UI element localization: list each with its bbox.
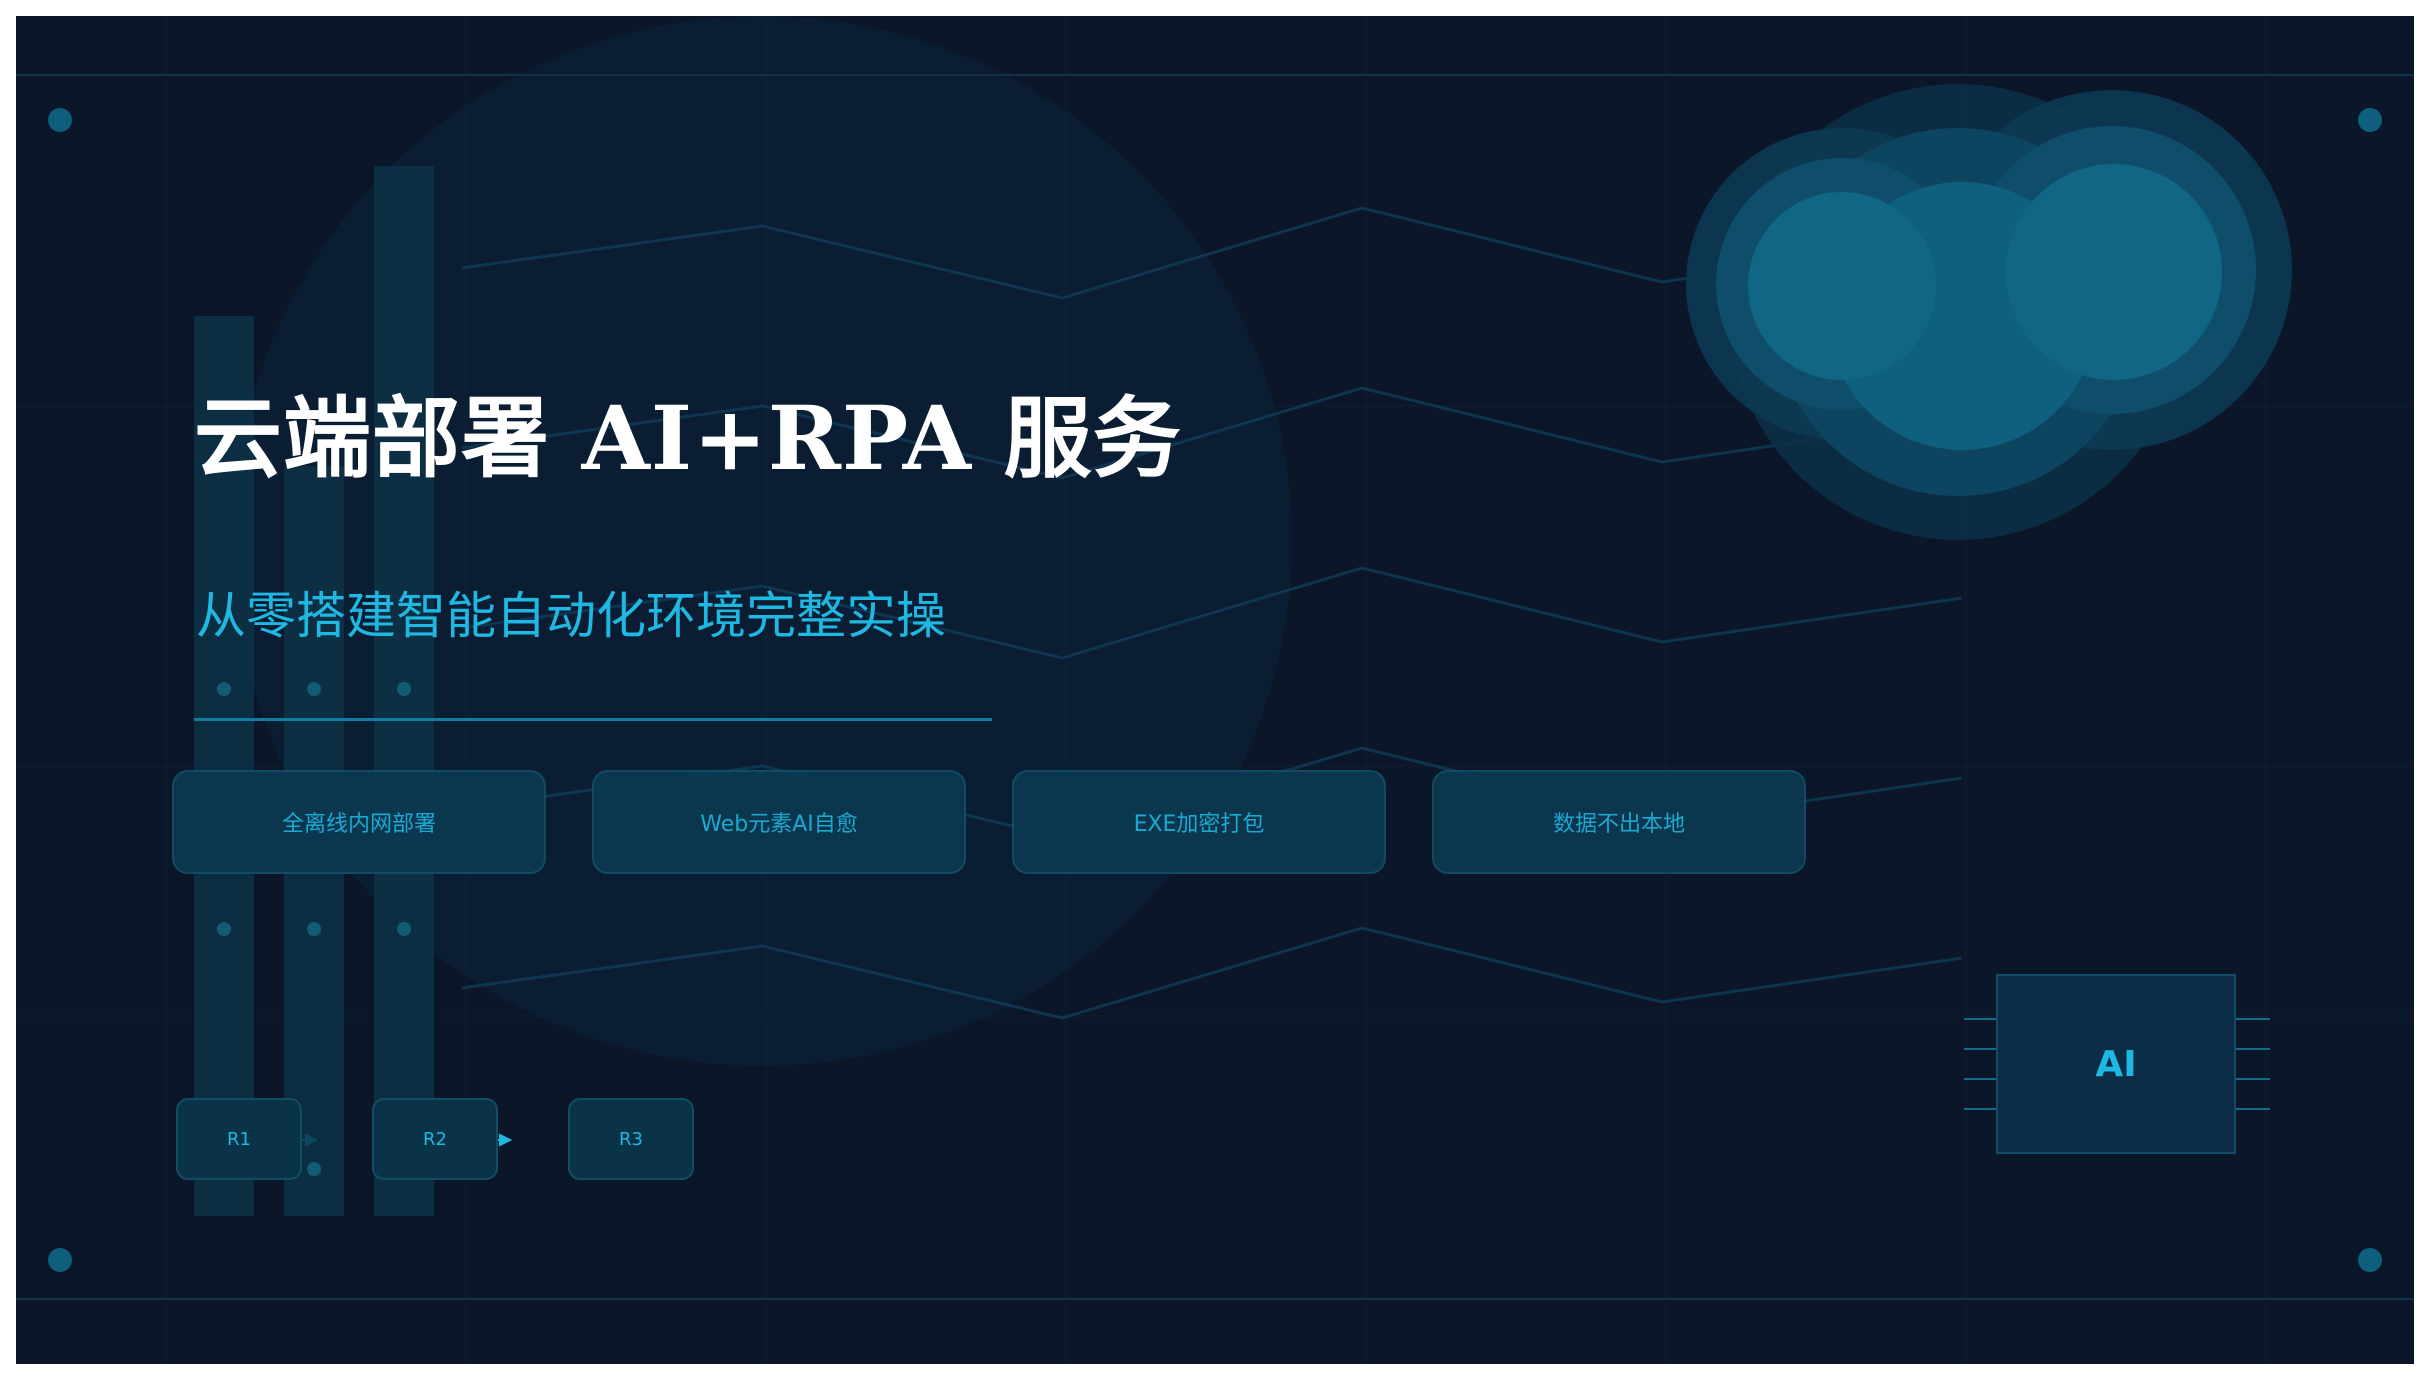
robot-node-r3: R3	[568, 1098, 694, 1180]
chip-pin	[1964, 1048, 1998, 1050]
ai-chip-icon: AI	[1996, 974, 2236, 1154]
feature-card-offline: 全离线内网部署	[172, 770, 546, 874]
corner-dot-top-left	[48, 108, 72, 132]
title-divider	[194, 718, 992, 721]
corner-dot-top-right	[2358, 108, 2382, 132]
node-dot	[307, 682, 321, 696]
chip-pin	[2236, 1018, 2270, 1020]
chip-label: AI	[2095, 1043, 2137, 1085]
chip-pin	[2236, 1078, 2270, 1080]
feature-card-exe-packaging: EXE加密打包	[1012, 770, 1386, 874]
slide-subtitle: 从零搭建智能自动化环境完整实操	[196, 587, 946, 645]
slide-title: 云端部署 AI+RPA 服务	[194, 386, 1182, 490]
robot-node-r2: R2	[372, 1098, 498, 1180]
chip-pin	[2236, 1048, 2270, 1050]
chip-pin	[1964, 1018, 1998, 1020]
robot-node-r1: R1	[176, 1098, 302, 1180]
chip-pin	[1964, 1108, 1998, 1110]
feature-card-ai-healing: Web元素AI自愈	[592, 770, 966, 874]
node-dot	[397, 922, 411, 936]
robot-label: R1	[227, 1128, 251, 1150]
node-dot	[217, 922, 231, 936]
corner-dot-bottom-left	[48, 1248, 72, 1272]
slide-canvas: 云端部署 AI+RPA 服务 从零搭建智能自动化环境完整实操 全离线内网部署 W…	[16, 16, 2414, 1364]
node-dot	[397, 682, 411, 696]
feature-card-local-data: 数据不出本地	[1432, 770, 1806, 874]
feature-label: 数据不出本地	[1552, 812, 1685, 837]
feature-label: EXE加密打包	[1133, 812, 1265, 837]
node-dot	[307, 1162, 321, 1176]
corner-dot-bottom-right	[2358, 1248, 2382, 1272]
chip-pin	[1964, 1078, 1998, 1080]
robot-label: R3	[619, 1128, 643, 1150]
cloud-bubbles	[1686, 84, 2292, 540]
node-dot	[307, 922, 321, 936]
chip-pin	[2236, 1108, 2270, 1110]
robot-label: R2	[423, 1128, 447, 1150]
feature-label: Web元素AI自愈	[700, 812, 858, 837]
node-dot	[217, 682, 231, 696]
feature-label: 全离线内网部署	[281, 812, 436, 837]
